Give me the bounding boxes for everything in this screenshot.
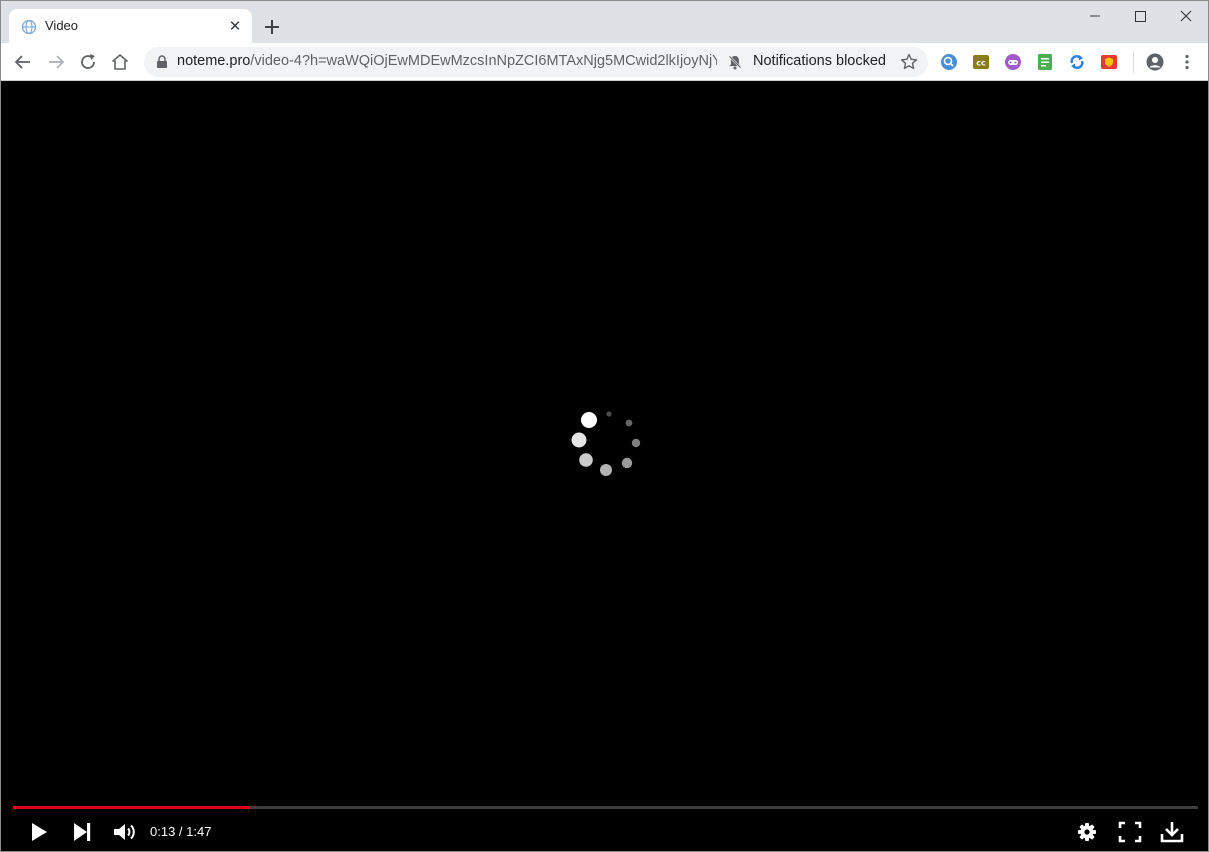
browser-toolbar: noteme.pro/video-4?h=waWQiOjEwMDEwMzcsIn… — [1, 43, 1208, 81]
notifications-blocked-label[interactable]: Notifications blocked — [753, 53, 886, 69]
url-text[interactable]: noteme.pro/video-4?h=waWQiOjEwMDEwMzcsIn… — [177, 53, 717, 69]
cc-extension-icon[interactable]: cc — [972, 53, 990, 71]
toolbar-separator — [1133, 53, 1134, 73]
minimize-icon[interactable] — [1072, 5, 1118, 29]
back-arrow-icon[interactable] — [11, 50, 35, 74]
play-icon[interactable] — [25, 818, 53, 846]
address-bar[interactable]: noteme.pro/video-4?h=waWQiOjEwMDEwMzcsIn… — [144, 47, 928, 77]
gamepad-extension-icon[interactable] — [1004, 53, 1022, 71]
download-icon[interactable] — [1158, 818, 1186, 846]
red-shield-extension-icon[interactable] — [1100, 53, 1118, 71]
bookmark-star-icon[interactable] — [899, 52, 919, 72]
new-tab-plus-icon[interactable] — [260, 15, 284, 39]
tab-strip: Video ✕ — [1, 1, 1208, 43]
video-time-display: 0:13 / 1:47 — [150, 824, 212, 839]
video-progress-bar[interactable] — [13, 806, 1198, 809]
video-progress-played — [13, 806, 250, 809]
browser-window: Video ✕ noteme.pro/video-4?h=waWQiOjEwMD… — [0, 0, 1209, 852]
sync-extension-icon[interactable] — [1068, 53, 1086, 71]
blue-search-extension-icon[interactable] — [940, 53, 958, 71]
green-doc-extension-icon[interactable] — [1036, 53, 1054, 71]
reload-icon[interactable] — [76, 50, 100, 74]
url-path: /video-4?h=waWQiOjEwMDEwMzcsInNpZCI6MTAx… — [250, 53, 717, 69]
home-icon[interactable] — [108, 50, 132, 74]
window-close-icon[interactable] — [1163, 5, 1209, 29]
svg-text:cc: cc — [976, 59, 986, 68]
tab-title: Video — [45, 18, 79, 33]
maximize-icon[interactable] — [1117, 5, 1163, 29]
tab-close-icon[interactable]: ✕ — [226, 17, 244, 35]
volume-icon[interactable] — [110, 818, 138, 846]
lock-icon[interactable] — [156, 55, 168, 69]
globe-favicon-icon — [21, 19, 37, 35]
profile-avatar-icon[interactable] — [1146, 53, 1164, 71]
tab-video[interactable]: Video ✕ — [9, 9, 252, 43]
loading-spinner-icon — [571, 411, 641, 476]
settings-gear-icon[interactable] — [1073, 818, 1101, 846]
next-track-icon[interactable] — [68, 818, 96, 846]
notifications-blocked-bell-icon[interactable] — [727, 54, 743, 70]
url-host: noteme.pro — [177, 53, 251, 69]
more-menu-icon[interactable] — [1178, 53, 1196, 71]
forward-arrow-icon[interactable] — [44, 50, 68, 74]
fullscreen-icon[interactable] — [1116, 818, 1144, 846]
